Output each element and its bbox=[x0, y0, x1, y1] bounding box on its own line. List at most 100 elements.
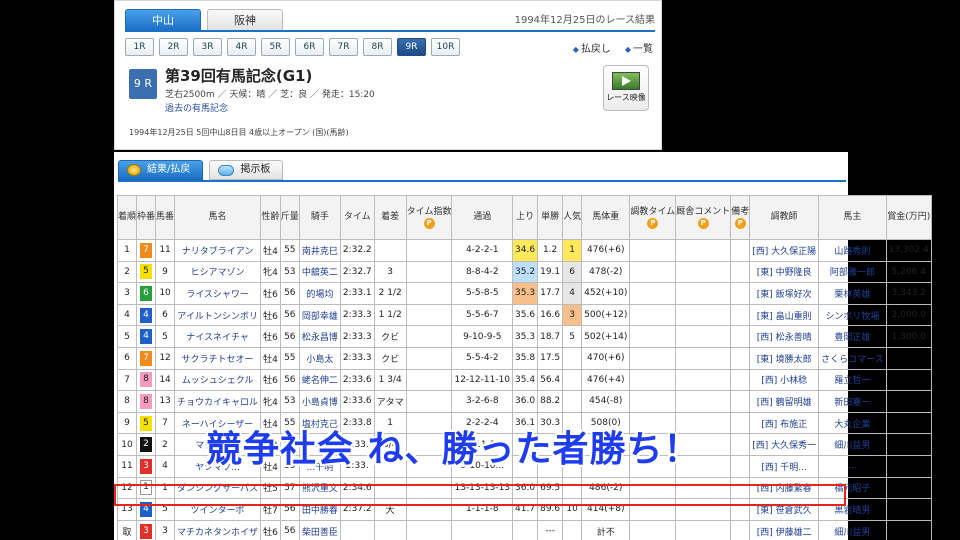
trainer-link[interactable]: [東] 笹倉武久 bbox=[749, 498, 820, 521]
tab-results-payout[interactable]: 結果/払戻 bbox=[118, 160, 204, 180]
horse-name-link[interactable]: ナイスネイチャ bbox=[174, 325, 262, 348]
race-tab-3r[interactable]: 3R bbox=[193, 38, 222, 56]
margin-cell: クビ bbox=[373, 325, 407, 348]
speed-index-cell bbox=[405, 390, 453, 413]
horse-name-link[interactable]: ヒシアマゾン bbox=[174, 260, 262, 284]
owner-link[interactable]: ... bbox=[818, 454, 887, 478]
tab-board[interactable]: 掲示板 bbox=[209, 160, 284, 180]
owner-link[interactable]: 山路秀則 bbox=[818, 239, 887, 262]
odds-cell: --- bbox=[537, 519, 564, 540]
horse-number-cell: 5 bbox=[155, 325, 176, 348]
results-table: 着順 枠番 馬番 馬名 性齢 斤量 騎手 タイム 着差 タイム指数 P 通過 上り… bbox=[116, 195, 932, 540]
finish-cell: 9 bbox=[116, 411, 138, 435]
owner-link[interactable]: シンボリ牧場 bbox=[818, 303, 887, 327]
race-tab-1r[interactable]: 1R bbox=[125, 38, 154, 56]
jockey-link[interactable]: 小島貞博 bbox=[298, 390, 341, 413]
race-tab-4r[interactable]: 4R bbox=[227, 38, 256, 56]
owner-link[interactable]: 栗林英雄 bbox=[818, 282, 887, 305]
venue-tab-hanshin[interactable]: 阪神 bbox=[207, 9, 283, 31]
horse-name-link[interactable]: アイルトンシンボリ bbox=[174, 303, 262, 327]
race-tab-2r[interactable]: 2R bbox=[159, 38, 188, 56]
past-race-link[interactable]: 過去の有馬記念 bbox=[165, 101, 228, 114]
race-tab-9r[interactable]: 9R bbox=[397, 38, 426, 56]
frame-cell: 8 bbox=[136, 390, 157, 413]
jockey-link[interactable]: 蛯名伸二 bbox=[298, 368, 341, 392]
owner-link[interactable]: さくらコマース bbox=[818, 346, 887, 370]
weight-cell: 56 bbox=[279, 519, 300, 540]
premium-icon[interactable]: P bbox=[423, 217, 435, 229]
table-row: 3 6 10 ライスシャワー 牡6 56 的場均 2:33.1 2 1/2 5-5-8-5 35.3… bbox=[116, 282, 932, 305]
stable-comment-cell bbox=[675, 498, 732, 521]
owner-link[interactable]: 黒岩晴男 bbox=[818, 498, 887, 521]
trainer-link[interactable]: [西] 小林稔 bbox=[749, 368, 820, 392]
owner-link[interactable]: 羅立哲一 bbox=[818, 368, 887, 392]
margin-cell: 2 1/2 bbox=[373, 282, 407, 305]
finish-cell: 7 bbox=[116, 368, 138, 392]
horse-name-link[interactable]: チョウカイキャロル bbox=[174, 390, 262, 413]
passing-cell: 5-5-6-7 bbox=[451, 303, 514, 327]
venue-tab-nakayama[interactable]: 中山 bbox=[125, 9, 201, 31]
race-tab-8r[interactable]: 8R bbox=[363, 38, 392, 56]
trainer-link[interactable]: [西] 内藤繁春 bbox=[749, 476, 820, 500]
trainer-link[interactable]: [西] 大久保秀一 bbox=[749, 433, 820, 456]
trainer-link[interactable]: [東] 中野隆良 bbox=[749, 260, 820, 284]
race-tab-6r[interactable]: 6R bbox=[295, 38, 324, 56]
venue-tab-underline bbox=[125, 30, 655, 32]
frame-badge: 3 bbox=[140, 458, 153, 474]
margin-cell bbox=[373, 239, 407, 262]
premium-icon[interactable]: P bbox=[647, 217, 659, 229]
list-link[interactable]: ◆ 一覧 bbox=[625, 40, 653, 55]
horse-name-link[interactable]: ライスシャワー bbox=[174, 282, 262, 305]
premium-icon[interactable]: P bbox=[697, 217, 709, 229]
speed-index-cell bbox=[405, 282, 453, 305]
owner-link[interactable]: 阿部雅一郎 bbox=[818, 260, 887, 284]
horse-name-link[interactable]: ナリタブライアン bbox=[174, 239, 262, 262]
trainer-link[interactable]: [西] 鶴留明雄 bbox=[749, 390, 820, 413]
trainer-link[interactable]: [東] 飯塚好次 bbox=[749, 282, 820, 305]
weight-cell: 55 bbox=[279, 346, 300, 370]
coin-icon bbox=[127, 164, 141, 176]
jockey-link[interactable]: 中舘英二 bbox=[298, 260, 341, 284]
jockey-link[interactable]: 田中勝春 bbox=[298, 498, 341, 521]
popularity-cell bbox=[562, 390, 583, 413]
trainer-link[interactable]: [東] 境勝太郎 bbox=[749, 346, 820, 370]
stable-comment-cell bbox=[675, 239, 732, 262]
premium-icon[interactable]: P bbox=[734, 217, 746, 229]
horse-name-link[interactable]: ムッシュシェクル bbox=[174, 368, 262, 392]
trainer-link[interactable]: [西] 松永善晴 bbox=[749, 325, 820, 348]
horse-name-link[interactable]: ダンシングサーパス bbox=[174, 476, 262, 500]
frame-cell: 3 bbox=[136, 454, 157, 478]
trainer-link[interactable]: [東] 畠山重則 bbox=[749, 303, 820, 327]
payout-link[interactable]: ◆ 払戻し bbox=[573, 40, 611, 55]
jockey-link[interactable]: 岡部幸雄 bbox=[298, 303, 341, 327]
race-tab-5r[interactable]: 5R bbox=[261, 38, 290, 56]
jockey-link[interactable]: 的場均 bbox=[298, 282, 341, 305]
jockey-link[interactable]: 柴田善臣 bbox=[298, 519, 341, 540]
jockey-link[interactable]: 南井克巳 bbox=[298, 239, 341, 262]
jockey-link[interactable]: 熊沢重文 bbox=[298, 476, 341, 500]
jockey-link[interactable]: 小島太 bbox=[298, 346, 341, 370]
trainer-link[interactable]: [西] 大久保正陽 bbox=[749, 239, 820, 262]
speed-index-cell bbox=[405, 476, 453, 500]
horse-name-link[interactable]: マチカネタンホイザ bbox=[174, 519, 262, 540]
owner-link[interactable]: 新田嘉一 bbox=[818, 390, 887, 413]
trainer-link[interactable]: [西] 千明... bbox=[749, 454, 820, 478]
passing-cell: 12-12-11-10 bbox=[451, 368, 514, 392]
owner-link[interactable]: 橋元昭子 bbox=[818, 476, 887, 500]
owner-link[interactable]: 細川益男 bbox=[818, 519, 887, 540]
note-cell bbox=[730, 368, 751, 392]
owner-link[interactable]: 大丸企業 bbox=[818, 411, 887, 435]
race-tab-7r[interactable]: 7R bbox=[329, 38, 358, 56]
race-tab-10r[interactable]: 10R bbox=[431, 38, 460, 56]
trainer-link[interactable]: [西] 布施正 bbox=[749, 411, 820, 435]
horse-name-link[interactable]: サクラチトセオー bbox=[174, 346, 262, 370]
jockey-link[interactable]: 松永昌博 bbox=[298, 325, 341, 348]
horse-name-link[interactable]: ツインターボ bbox=[174, 498, 262, 521]
race-video-button[interactable]: レース映像 bbox=[603, 65, 649, 111]
stable-comment-cell bbox=[675, 260, 732, 284]
note-cell bbox=[730, 476, 751, 500]
owner-link[interactable]: 細川益男 bbox=[818, 433, 887, 456]
header-cell: 枠番 bbox=[136, 195, 157, 240]
owner-link[interactable]: 豊岡正雄 bbox=[818, 325, 887, 348]
trainer-link[interactable]: [西] 伊藤雄二 bbox=[749, 519, 820, 540]
